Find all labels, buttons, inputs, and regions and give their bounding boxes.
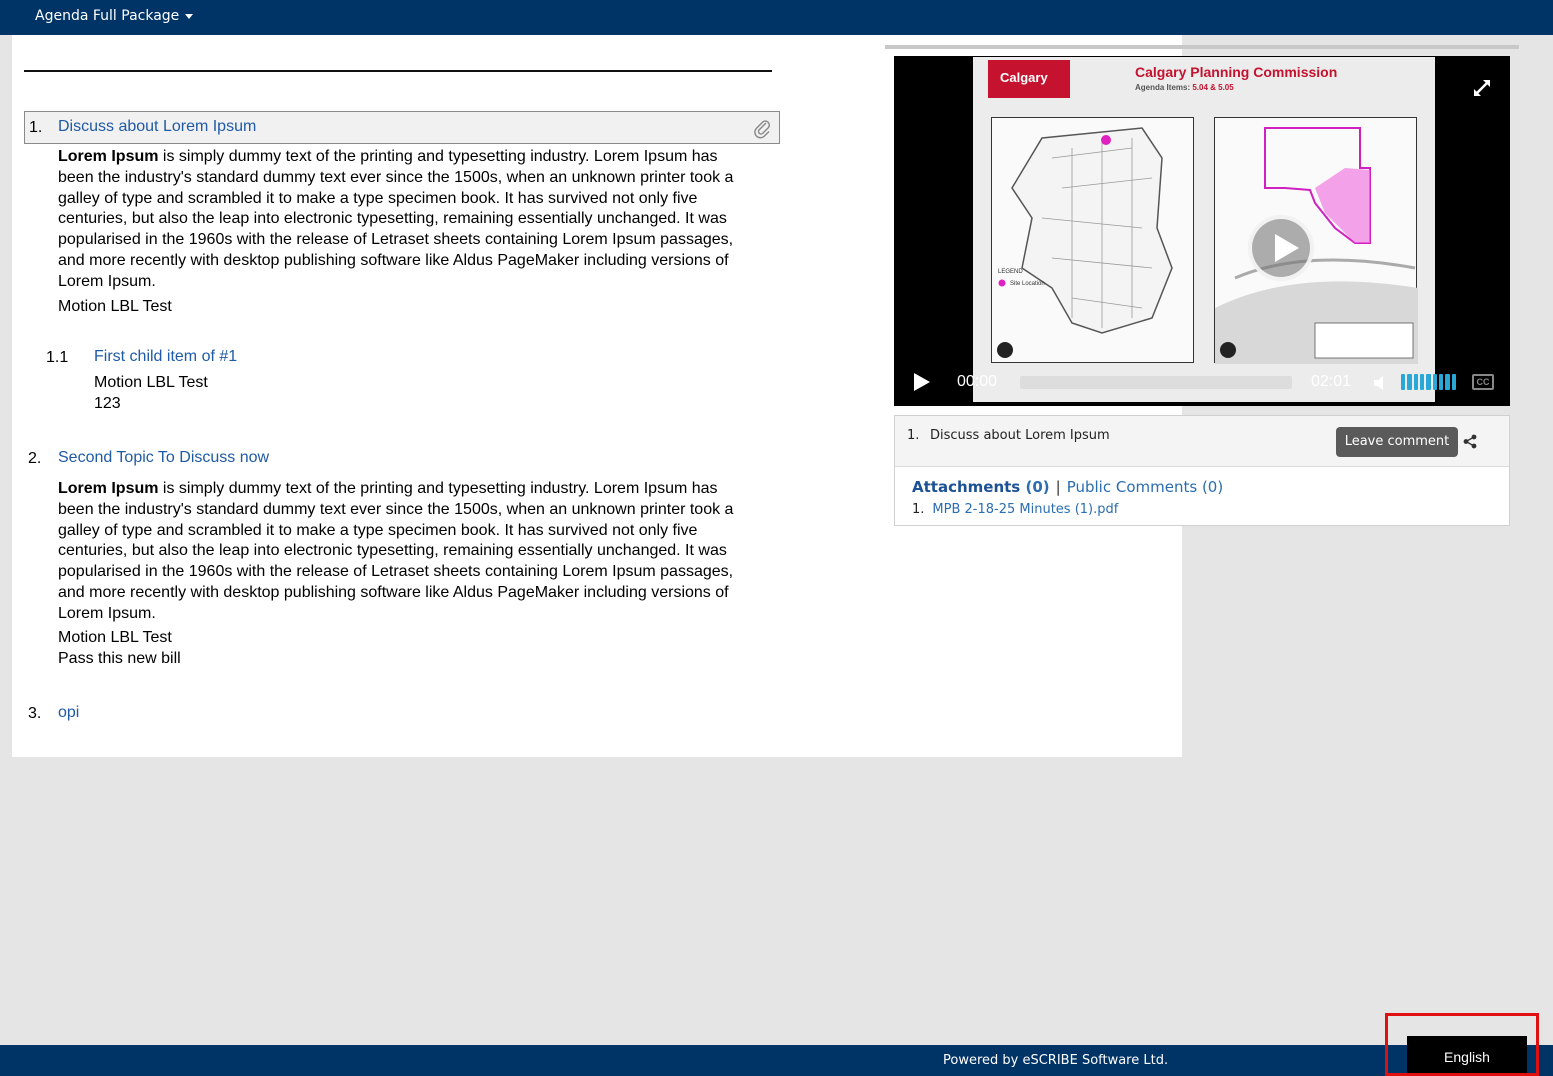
closed-captions-button[interactable]: CC — [1472, 374, 1494, 390]
child-motion-text: Motion LBL Test — [94, 374, 208, 391]
agenda-item-1-header: 1. Discuss about Lorem Ipsum — [24, 111, 780, 144]
item-info-panel: 1. Discuss about Lorem Ipsum Leave comme… — [894, 415, 1510, 526]
agenda-item-number: 2. — [28, 450, 42, 467]
body-line: is simply dummy text of the printing and… — [158, 148, 718, 165]
child-item-number: 1.1 — [46, 349, 69, 366]
footer-bar: Powered by eSCRIBE Software Ltd. — [0, 1045, 1553, 1076]
video-player[interactable]: Calgary Calgary Planning Commission Agen… — [894, 56, 1510, 406]
video-controls: 00:00 02:01 CC — [894, 364, 1510, 402]
agenda-item-2-title-link[interactable]: Second Topic To Discuss now — [58, 449, 269, 467]
volume-icon[interactable] — [1372, 375, 1388, 391]
slide-logo: Calgary — [988, 60, 1070, 98]
caret-down-icon — [185, 13, 194, 19]
body-line: is simply dummy text of the printing and… — [158, 480, 718, 497]
slide-subtitle: Agenda Items: 5.04 & 5.05 — [1135, 83, 1234, 92]
agenda-item-1-title-link[interactable]: Discuss about Lorem Ipsum — [58, 118, 256, 136]
share-icon[interactable] — [1463, 434, 1477, 449]
attachment-list-item: 1. MPB 2-18-25 Minutes (1).pdf — [912, 502, 1118, 517]
info-item-title: Discuss about Lorem Ipsum — [930, 428, 1110, 443]
powered-by-text: Powered by eSCRIBE Software Ltd. — [943, 1053, 1169, 1068]
body-line: galley of type and scrambled it to make … — [58, 521, 698, 539]
agenda-item-number: 1. — [29, 119, 43, 136]
top-navbar: Agenda Full Package — [0, 0, 1553, 35]
language-selector-button[interactable]: English — [1407, 1036, 1527, 1076]
video-frame: Calgary Calgary Planning Commission Agen… — [973, 57, 1435, 402]
tab-attachments[interactable]: Attachments (0) — [912, 478, 1050, 496]
tab-public-comments[interactable]: Public Comments (0) — [1067, 478, 1224, 496]
info-tabs: Attachments (0) | Public Comments (0) — [912, 478, 1223, 496]
agenda-item-1-body: Lorem Ipsum is simply dummy text of the … — [58, 147, 738, 293]
package-menu-dropdown[interactable]: Agenda Full Package — [35, 8, 194, 24]
fullscreen-icon[interactable] — [1472, 78, 1492, 98]
motion-text: Motion LBL Test — [58, 629, 172, 646]
body-line: centuries, but also the leap into electr… — [58, 542, 727, 560]
tab-separator: | — [1055, 478, 1061, 496]
agenda-item-3-title-link[interactable]: opi — [58, 704, 79, 722]
paperclip-icon[interactable] — [753, 117, 771, 139]
info-item-number: 1. — [907, 428, 920, 443]
volume-slider[interactable] — [1401, 374, 1456, 390]
motion-text: Motion LBL Test — [58, 298, 172, 315]
slide-subtitle-prefix: Agenda Items: — [1135, 83, 1193, 92]
attachment-file-link[interactable]: MPB 2-18-25 Minutes (1).pdf — [932, 502, 1118, 517]
file-number: 1. — [912, 502, 925, 517]
attachments-count: (0) — [1025, 478, 1050, 496]
body-bold-term: Lorem Ipsum — [58, 148, 159, 165]
child-extra-text: 123 — [94, 395, 121, 412]
body-line: and more recently with desktop publishin… — [58, 251, 729, 269]
leave-comment-button[interactable]: Leave comment — [1336, 427, 1458, 457]
svg-text:Site Location: Site Location — [1010, 281, 1045, 287]
body-line: been the industry's standard dummy text … — [58, 500, 734, 518]
site-map-image — [1214, 117, 1418, 364]
tab-public-comments-label: Public Comments — [1066, 478, 1198, 496]
body-line: centuries, but also the leap into electr… — [58, 210, 727, 228]
header-divider — [24, 70, 772, 72]
current-time: 00:00 — [957, 373, 998, 390]
body-line: and more recently with desktop publishin… — [58, 583, 729, 601]
play-icon[interactable] — [914, 373, 930, 391]
body-line: popularised in the 1960s with the releas… — [58, 563, 734, 581]
package-menu-label: Agenda Full Package — [35, 8, 180, 24]
slide-title: Calgary Planning Commission — [1135, 64, 1338, 80]
agenda-item-2-body: Lorem Ipsum is simply dummy text of the … — [58, 479, 738, 625]
svg-text:LEGEND: LEGEND — [998, 269, 1023, 275]
city-map-image: LEGEND Site Location — [991, 117, 1194, 363]
bill-text: Pass this new bill — [58, 650, 181, 667]
public-comments-count: (0) — [1201, 478, 1224, 496]
child-item-title-link[interactable]: First child item of #1 — [94, 348, 237, 366]
body-bold-term: Lorem Ipsum — [58, 480, 159, 497]
panel-top-border — [885, 45, 1519, 49]
body-line: been the industry's standard dummy text … — [58, 168, 734, 186]
info-panel-header: 1. Discuss about Lorem Ipsum Leave comme… — [895, 416, 1509, 467]
body-line: Lorem Ipsum. — [58, 604, 156, 622]
body-line: Lorem Ipsum. — [58, 272, 156, 290]
video-progress-bar[interactable] — [1020, 376, 1292, 389]
duration: 02:01 — [1311, 373, 1352, 390]
tab-attachments-label: Attachments — [912, 478, 1021, 496]
slide-subtitle-items: 5.04 & 5.05 — [1192, 83, 1234, 92]
big-play-button[interactable] — [1248, 215, 1314, 281]
body-line: popularised in the 1960s with the releas… — [58, 231, 734, 249]
body-line: galley of type and scrambled it to make … — [58, 189, 698, 207]
agenda-item-number: 3. — [28, 705, 42, 722]
